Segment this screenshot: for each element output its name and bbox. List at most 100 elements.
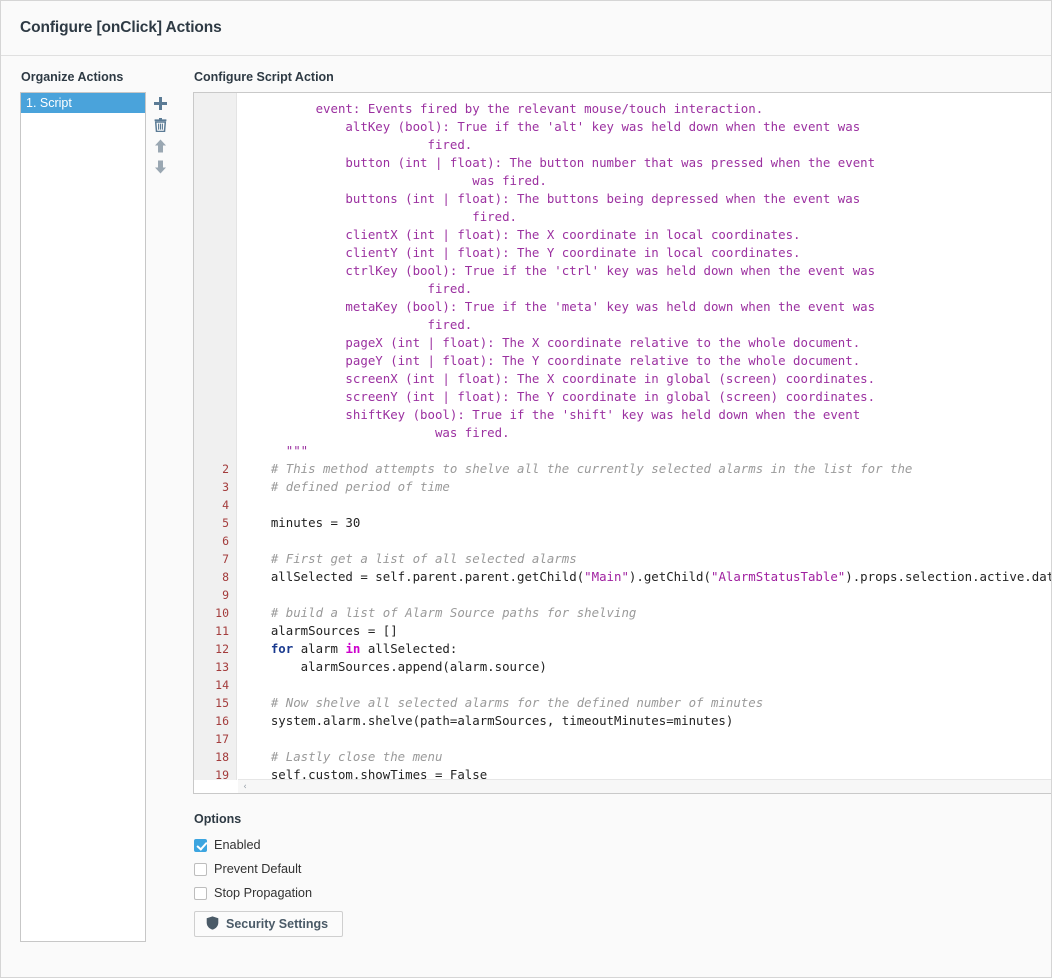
checkbox-stop-propagation[interactable]: Stop Propagation: [194, 881, 1051, 905]
code-line[interactable]: [237, 676, 1051, 694]
list-item[interactable]: 1. Script: [21, 93, 146, 113]
code-line[interactable]: [237, 532, 1051, 550]
line-number: [194, 226, 236, 244]
arrow-up-icon: [154, 139, 167, 153]
checkbox-prevent-default[interactable]: Prevent Default: [194, 857, 1051, 881]
code-line[interactable]: screenX (int | float): The X coordinate …: [237, 370, 1051, 388]
code-line[interactable]: allSelected = self.parent.parent.getChil…: [237, 568, 1052, 586]
code-line[interactable]: [237, 496, 1051, 514]
line-number: [194, 280, 236, 298]
code-line[interactable]: shiftKey (bool): True if the 'shift' key…: [237, 406, 1051, 424]
checkbox-box[interactable]: [194, 838, 207, 852]
line-number: [194, 262, 236, 280]
code-token: allSelected:: [360, 641, 458, 656]
checkbox-box[interactable]: [194, 862, 207, 876]
code-line[interactable]: was fired.: [237, 424, 1051, 442]
code-line[interactable]: alarmSources.append(alarm.source): [237, 658, 1051, 676]
code-line[interactable]: was fired.: [237, 172, 1051, 190]
code-token: alarmSources.append(alarm.source): [241, 659, 547, 674]
checkbox-box[interactable]: [194, 886, 207, 900]
code-token: in: [345, 641, 361, 656]
code-token: # Now shelve all selected alarms for the…: [241, 695, 764, 710]
code-line[interactable]: altKey (bool): True if the 'alt' key was…: [237, 118, 1051, 136]
code-line[interactable]: self.custom.showTimes = False: [237, 766, 1051, 780]
code-line[interactable]: """: [237, 442, 1051, 460]
code-line[interactable]: fired.: [237, 208, 1051, 226]
code-line[interactable]: system.alarm.shelve(path=alarmSources, t…: [237, 712, 1051, 730]
checkbox-enabled[interactable]: Enabled: [194, 833, 1051, 857]
editor-code-area[interactable]: event: Events fired by the relevant mous…: [237, 93, 1052, 780]
code-line[interactable]: fired.: [237, 136, 1051, 154]
code-line[interactable]: pageY (int | float): The Y coordinate re…: [237, 352, 1051, 370]
code-line[interactable]: # Lastly close the menu: [237, 748, 1051, 766]
checkbox-label: Enabled: [214, 838, 261, 852]
line-number: 13: [215, 660, 229, 674]
line-number: [194, 172, 236, 190]
code-line[interactable]: fired.: [237, 280, 1051, 298]
code-line[interactable]: # Now shelve all selected alarms for the…: [237, 694, 1051, 712]
code-line[interactable]: buttons (int | float): The buttons being…: [237, 190, 1051, 208]
code-line[interactable]: clientY (int | float): The Y coordinate …: [237, 244, 1051, 262]
line-number: [194, 352, 236, 370]
code-line[interactable]: metaKey (bool): True if the 'meta' key w…: [237, 298, 1051, 316]
code-line[interactable]: alarmSources = []: [237, 622, 1051, 640]
line-number: 18: [215, 750, 229, 764]
shield-icon: [206, 915, 219, 933]
delete-action-button[interactable]: [149, 114, 173, 135]
code-line[interactable]: event: Events fired by the relevant mous…: [237, 100, 1051, 118]
code-line[interactable]: fired.: [237, 316, 1051, 334]
code-token: screenY (int | float): The Y coordinate …: [241, 389, 876, 404]
code-line[interactable]: clientX (int | float): The X coordinate …: [237, 226, 1051, 244]
line-number: [194, 298, 236, 316]
code-line[interactable]: # build a list of Alarm Source paths for…: [237, 604, 1051, 622]
code-token: ).getChild(: [628, 569, 711, 584]
actions-list[interactable]: 1. Script: [20, 92, 147, 942]
code-token: altKey (bool): True if the 'alt' key was…: [241, 119, 861, 134]
line-number: [194, 244, 236, 262]
code-line[interactable]: # First get a list of all selected alarm…: [237, 550, 1051, 568]
editor-horizontal-scrollbar[interactable]: ‹: [238, 779, 1051, 793]
security-settings-label: Security Settings: [226, 917, 329, 931]
code-token: button (int | float): The button number …: [241, 155, 876, 170]
line-number: [194, 190, 236, 208]
scroll-left-arrow-icon[interactable]: ‹: [238, 780, 252, 793]
code-token: shiftKey (bool): True if the 'shift' key…: [241, 407, 861, 422]
code-token: buttons (int | float): The buttons being…: [241, 191, 861, 206]
line-number: [194, 154, 236, 172]
organize-actions-panel: Organize Actions 1. Script: [1, 70, 175, 942]
code-token: # Lastly close the menu: [241, 749, 443, 764]
line-number: 3: [222, 480, 229, 494]
code-token: clientY (int | float): The Y coordinate …: [241, 245, 801, 260]
code-line[interactable]: button (int | float): The button number …: [237, 154, 1051, 172]
code-line[interactable]: [237, 586, 1051, 604]
code-token: minutes = 30: [241, 515, 361, 530]
add-action-button[interactable]: [149, 93, 173, 114]
code-token: # build a list of Alarm Source paths for…: [241, 605, 637, 620]
move-up-button[interactable]: [149, 135, 173, 156]
code-line[interactable]: screenY (int | float): The Y coordinate …: [237, 388, 1051, 406]
code-line[interactable]: # defined period of time: [237, 478, 1051, 496]
code-token: # defined period of time: [241, 479, 450, 494]
code-token: was fired.: [241, 425, 510, 440]
script-editor[interactable]: 2 3 4 5 6 7 8 9 10 11 12 13 14 15 16 17 18 19 event: Even…: [193, 92, 1052, 794]
code-token: was fired.: [241, 173, 547, 188]
code-line[interactable]: [237, 730, 1051, 748]
line-number: [194, 118, 236, 136]
code-line[interactable]: minutes = 30: [237, 514, 1051, 532]
code-token: pageX (int | float): The X coordinate re…: [241, 335, 861, 350]
code-token: ).props.selection.active.data: [845, 569, 1052, 584]
code-token: "AlarmStatusTable": [710, 569, 846, 584]
code-line[interactable]: ctrlKey (bool): True if the 'ctrl' key w…: [237, 262, 1051, 280]
code-token: system.alarm.shelve(path=alarmSources, t…: [241, 713, 734, 728]
scrollbar-track[interactable]: [252, 780, 1051, 793]
code-line[interactable]: for alarm in allSelected:: [237, 640, 1051, 658]
trash-icon: [154, 117, 167, 132]
move-down-button[interactable]: [149, 156, 173, 177]
code-line[interactable]: # This method attempts to shelve all the…: [237, 460, 1051, 478]
code-token: ctrlKey (bool): True if the 'ctrl' key w…: [241, 263, 876, 278]
dialog-body: Organize Actions 1. Script Configure Scr…: [1, 56, 1051, 942]
security-settings-button[interactable]: Security Settings: [194, 911, 344, 937]
line-number: [194, 388, 236, 406]
checkbox-label: Prevent Default: [214, 862, 302, 876]
code-line[interactable]: pageX (int | float): The X coordinate re…: [237, 334, 1051, 352]
